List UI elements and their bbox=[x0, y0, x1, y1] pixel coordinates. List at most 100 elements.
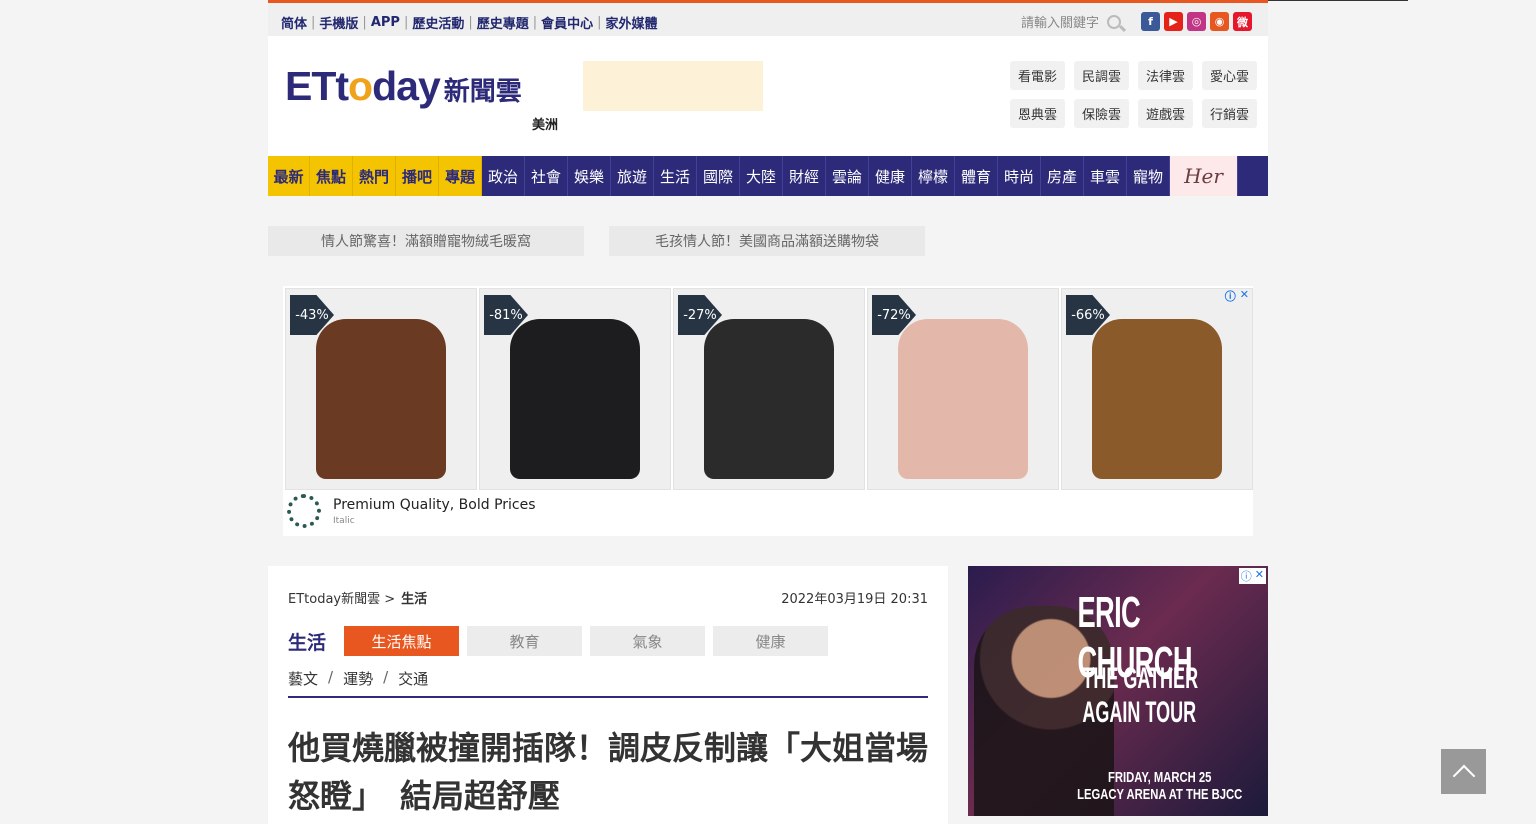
nav-item[interactable]: 寵物 bbox=[1127, 156, 1170, 196]
subtab-health[interactable]: 健康 bbox=[713, 626, 828, 656]
top-link-past-topics[interactable]: 歷史專題 bbox=[477, 13, 529, 32]
ad-info-icon[interactable]: ⓘ bbox=[1225, 288, 1236, 304]
product-ad-banner[interactable]: -43% -81% -27% -72% -66% ⓘ ✕ Premium Quality… bbox=[283, 286, 1253, 536]
ad-choices[interactable]: ⓘ ✕ bbox=[1238, 568, 1266, 584]
arrow-up-icon bbox=[1452, 764, 1475, 787]
facebook-icon[interactable]: f bbox=[1141, 12, 1160, 31]
subtab-weather[interactable]: 氣象 bbox=[590, 626, 705, 656]
ad-product-pink-sneakers[interactable]: -72% bbox=[867, 288, 1059, 490]
ad-brand: Italic bbox=[333, 515, 355, 526]
nav-item[interactable]: 生活 bbox=[654, 156, 697, 196]
nav-item[interactable]: 社會 bbox=[525, 156, 568, 196]
weibo-icon[interactable]: 微 bbox=[1233, 12, 1252, 31]
nav-item[interactable]: 檸檬 bbox=[912, 156, 955, 196]
breadcrumb-current[interactable]: 生活 bbox=[401, 588, 427, 607]
product-image bbox=[316, 319, 446, 479]
ad-product-brown-leather-boots[interactable]: -43% bbox=[285, 288, 477, 490]
separator: | bbox=[311, 15, 316, 30]
nav-item[interactable]: 雲論 bbox=[826, 156, 869, 196]
nav-item-her[interactable]: Her bbox=[1170, 156, 1238, 196]
close-icon[interactable]: ✕ bbox=[1255, 568, 1264, 584]
category-title[interactable]: 生活 bbox=[288, 628, 326, 655]
nav-item[interactable]: 政治 bbox=[482, 156, 525, 196]
nav-item[interactable]: 財經 bbox=[783, 156, 826, 196]
cloud-link[interactable]: 看電影 bbox=[1010, 61, 1065, 90]
nav-item-highlight[interactable]: 焦點 bbox=[310, 156, 353, 196]
sublink-traffic[interactable]: 交通 bbox=[398, 668, 428, 689]
product-image bbox=[1092, 319, 1222, 479]
category-divider bbox=[288, 696, 928, 698]
ad-product-leopard-slippers[interactable]: -66% bbox=[1061, 288, 1253, 490]
nav-item[interactable]: 體育 bbox=[955, 156, 998, 196]
top-link-mobile[interactable]: 手機版 bbox=[319, 13, 358, 32]
nav-item[interactable]: 房產 bbox=[1041, 156, 1084, 196]
separator: | bbox=[403, 15, 409, 30]
ad-product-black-backpack-cooler[interactable]: -27% bbox=[673, 288, 865, 490]
top-link-member-center[interactable]: 會員中心 bbox=[541, 13, 593, 32]
logo-text: ETtoday bbox=[285, 63, 441, 109]
top-link-past-events[interactable]: 歷史活動 bbox=[412, 13, 464, 32]
nav-item[interactable]: 旅遊 bbox=[611, 156, 654, 196]
header-ad[interactable] bbox=[583, 61, 763, 111]
search-icon[interactable] bbox=[1107, 14, 1122, 29]
youtube-icon[interactable]: ▶ bbox=[1164, 12, 1183, 31]
separator: | bbox=[362, 15, 367, 30]
close-icon[interactable]: ✕ bbox=[1240, 288, 1249, 304]
category-sublinks: 藝文 / 運勢 / 交通 bbox=[288, 668, 428, 689]
ad-event-date: FRIDAY, MARCH 25 bbox=[1107, 769, 1212, 786]
logo-cn-text: 新聞雲 bbox=[443, 77, 522, 107]
top-link-outdoor-media[interactable]: 家外媒體 bbox=[606, 13, 658, 32]
site-header: ETtoday 新聞雲 美洲 看電影 民調雲 法律雲 愛心雲 恩典雲 保險雲 遊… bbox=[268, 36, 1268, 156]
separator: / bbox=[328, 668, 334, 686]
sublink-arts[interactable]: 藝文 bbox=[288, 668, 318, 689]
ad-choices[interactable]: ⓘ ✕ bbox=[1225, 288, 1249, 304]
top-link-app[interactable]: APP bbox=[371, 15, 400, 30]
sidebar-ad[interactable]: ERIC CHURCH THE GATHER AGAIN TOUR FRIDAY… bbox=[968, 566, 1268, 816]
rss-icon[interactable]: ◉ bbox=[1210, 12, 1229, 31]
region-label: 美洲 bbox=[532, 118, 559, 133]
separator: | bbox=[597, 15, 602, 30]
nav-item-highlight[interactable]: 熱門 bbox=[353, 156, 396, 196]
nav-item-highlight[interactable]: 專題 bbox=[439, 156, 482, 196]
back-to-top-button[interactable] bbox=[1441, 749, 1486, 794]
nav-item[interactable]: 時尚 bbox=[998, 156, 1041, 196]
nav-item-highlight[interactable]: 最新 bbox=[268, 156, 310, 196]
nav-item[interactable]: 國際 bbox=[697, 156, 740, 196]
promo-link[interactable]: 情人節驚喜！滿額贈寵物絨毛暖窩 bbox=[268, 226, 584, 256]
top-link-simplified[interactable]: 简体 bbox=[281, 13, 307, 32]
ad-product-black-hoodie[interactable]: -81% bbox=[479, 288, 671, 490]
breadcrumb-root[interactable]: ETtoday新聞雲 > bbox=[288, 588, 395, 607]
ad-products: -43% -81% -27% -72% -66% bbox=[285, 288, 1253, 490]
nav-item[interactable]: 大陸 bbox=[740, 156, 783, 196]
top-links: 简体 | 手機版 | APP | 歷史活動 | 歷史專題 | 會員中心 | 家外媒體 bbox=[281, 13, 658, 32]
search-box[interactable]: 請輸入關鍵字 bbox=[1021, 12, 1122, 31]
separator: | bbox=[468, 15, 473, 30]
cloud-link[interactable]: 民調雲 bbox=[1074, 61, 1129, 90]
cloud-link[interactable]: 行銷雲 bbox=[1202, 99, 1257, 128]
instagram-icon[interactable]: ◎ bbox=[1187, 12, 1206, 31]
cloud-link[interactable]: 保險雲 bbox=[1074, 99, 1129, 128]
ad-info-icon[interactable]: ⓘ bbox=[1241, 568, 1252, 584]
nav-item[interactable]: 車雲 bbox=[1084, 156, 1127, 196]
cloud-link[interactable]: 法律雲 bbox=[1138, 61, 1193, 90]
ad-event-venue: LEGACY ARENA AT THE BJCC bbox=[1076, 786, 1242, 803]
site-logo[interactable]: ETtoday 新聞雲 bbox=[285, 66, 522, 107]
nav-item[interactable]: 健康 bbox=[869, 156, 912, 196]
cloud-links: 看電影 民調雲 法律雲 愛心雲 恩典雲 保險雲 遊戲雲 行銷雲 bbox=[1010, 61, 1257, 128]
nav-item-highlight[interactable]: 播吧 bbox=[396, 156, 439, 196]
cloud-link[interactable]: 恩典雲 bbox=[1010, 99, 1065, 128]
cloud-link[interactable]: 愛心雲 bbox=[1202, 61, 1257, 90]
separator: / bbox=[383, 668, 389, 686]
promo-link[interactable]: 毛孩情人節！美國商品滿額送購物袋 bbox=[609, 226, 925, 256]
cloud-link[interactable]: 遊戲雲 bbox=[1138, 99, 1193, 128]
subtab-education[interactable]: 教育 bbox=[467, 626, 582, 656]
sublink-fortune[interactable]: 運勢 bbox=[343, 668, 373, 689]
article-date: 2022年03月19日 20:31 bbox=[781, 592, 928, 607]
ad-footer[interactable]: Premium Quality, Bold Prices Italic bbox=[287, 494, 536, 528]
nav-item[interactable]: 娛樂 bbox=[568, 156, 611, 196]
article-headline: 他買燒臘被撞開插隊！調皮反制讓「大姐當場怒瞪」 結局超舒壓 bbox=[288, 729, 929, 815]
subtab-life-focus[interactable]: 生活焦點 bbox=[344, 626, 459, 656]
product-image bbox=[510, 319, 640, 479]
product-image bbox=[898, 319, 1028, 479]
search-input[interactable]: 請輸入關鍵字 bbox=[1021, 12, 1099, 31]
